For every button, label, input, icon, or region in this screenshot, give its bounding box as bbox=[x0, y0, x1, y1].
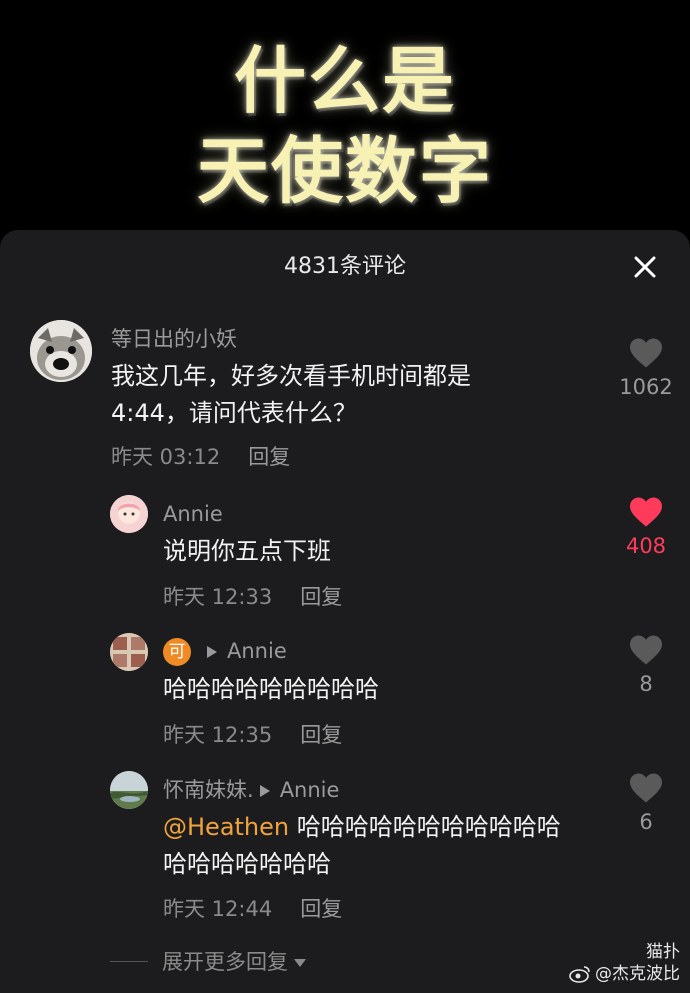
avatar[interactable] bbox=[110, 633, 148, 671]
like-button[interactable]: 8 bbox=[611, 634, 681, 698]
mention-link[interactable]: @Heathen bbox=[163, 813, 289, 841]
heart-icon bbox=[630, 635, 662, 665]
reply-to-arrow-icon bbox=[207, 646, 217, 658]
divider bbox=[110, 961, 148, 962]
comment-text-line2: 4:44，请问代表什么？ bbox=[111, 399, 357, 427]
expand-more-label[interactable]: 展开更多回复 bbox=[162, 947, 306, 977]
comments-count-header: 4831条评论 bbox=[284, 254, 406, 279]
reply-meta: 昨天 12:33 回复 bbox=[163, 583, 342, 611]
like-button[interactable]: 1062 bbox=[611, 337, 681, 401]
like-button[interactable]: 408 bbox=[611, 496, 681, 560]
reply-time: 昨天 12:35 bbox=[163, 723, 273, 747]
reply-text: 说明你五点下班 bbox=[163, 537, 331, 565]
comment-meta: 昨天 03:12 回复 bbox=[111, 443, 290, 471]
watermark-line2: @杰克波比 bbox=[569, 963, 680, 985]
video-title-line2: 天使数字 bbox=[196, 129, 493, 213]
reply-header: 怀南妹妹. Annie bbox=[163, 776, 339, 804]
reply-button[interactable]: 回复 bbox=[300, 897, 342, 921]
avatar[interactable] bbox=[110, 771, 148, 809]
reply-to-arrow-icon bbox=[259, 785, 270, 797]
like-count: 408 bbox=[625, 534, 667, 558]
comment-time: 昨天 03:12 bbox=[111, 445, 221, 469]
avatar[interactable] bbox=[110, 495, 148, 533]
comments-panel: 4831条评论 等日出的小妖 我这几年，好多次看手机时间都是 4:44，请问代表… bbox=[0, 230, 690, 993]
reply-header: 可 Annie bbox=[163, 637, 287, 666]
close-icon[interactable] bbox=[632, 254, 658, 280]
reply-text-line2: 哈哈哈哈哈哈哈 bbox=[163, 850, 331, 878]
avatar[interactable] bbox=[30, 320, 92, 382]
video-title-line1: 什么是 bbox=[233, 39, 456, 123]
reply-author[interactable]: 怀南妹妹. bbox=[163, 778, 254, 802]
expand-more-text: 展开更多回复 bbox=[162, 950, 288, 974]
dog-avatar-icon bbox=[30, 320, 92, 382]
like-button[interactable]: 6 bbox=[611, 772, 681, 836]
watermark-handle: @杰克波比 bbox=[595, 964, 680, 984]
comment-author[interactable]: 等日出的小妖 bbox=[111, 325, 237, 353]
comment-text-line1: 我这几年，好多次看手机时间都是 bbox=[111, 362, 471, 390]
watermark-line1: 猫扑 bbox=[646, 942, 680, 962]
reply-author[interactable]: Annie bbox=[163, 500, 223, 528]
girl-avatar-icon bbox=[110, 495, 148, 533]
watermark: 猫扑 @杰克波比 bbox=[569, 941, 680, 985]
reply-text-line1: @Heathen 哈哈哈哈哈哈哈哈哈哈哈 bbox=[163, 809, 561, 846]
heart-filled-icon bbox=[630, 497, 662, 527]
reply-time: 昨天 12:44 bbox=[163, 897, 273, 921]
reply-text: 哈哈哈哈哈哈哈哈哈 bbox=[163, 675, 379, 703]
like-count: 1062 bbox=[619, 375, 673, 399]
reply-meta: 昨天 12:44 回复 bbox=[163, 895, 342, 923]
landscape-avatar-icon bbox=[110, 771, 148, 809]
heart-icon bbox=[630, 338, 662, 368]
reply-button[interactable]: 回复 bbox=[300, 585, 342, 609]
weibo-icon bbox=[569, 966, 590, 983]
chevron-down-icon bbox=[294, 959, 306, 967]
like-count: 8 bbox=[639, 672, 653, 696]
reply-button[interactable]: 回复 bbox=[248, 445, 290, 469]
like-count: 6 bbox=[639, 810, 653, 834]
sticker-avatar-icon bbox=[110, 633, 148, 671]
reply-to-name[interactable]: Annie bbox=[280, 778, 340, 802]
author-badge: 可 bbox=[163, 638, 191, 666]
heart-icon bbox=[630, 773, 662, 803]
reply-text: 哈哈哈哈哈哈哈哈哈哈哈 bbox=[289, 813, 561, 841]
reply-time: 昨天 12:33 bbox=[163, 585, 273, 609]
reply-to-name[interactable]: Annie bbox=[227, 639, 287, 663]
reply-button[interactable]: 回复 bbox=[300, 723, 342, 747]
reply-meta: 昨天 12:35 回复 bbox=[163, 721, 342, 749]
